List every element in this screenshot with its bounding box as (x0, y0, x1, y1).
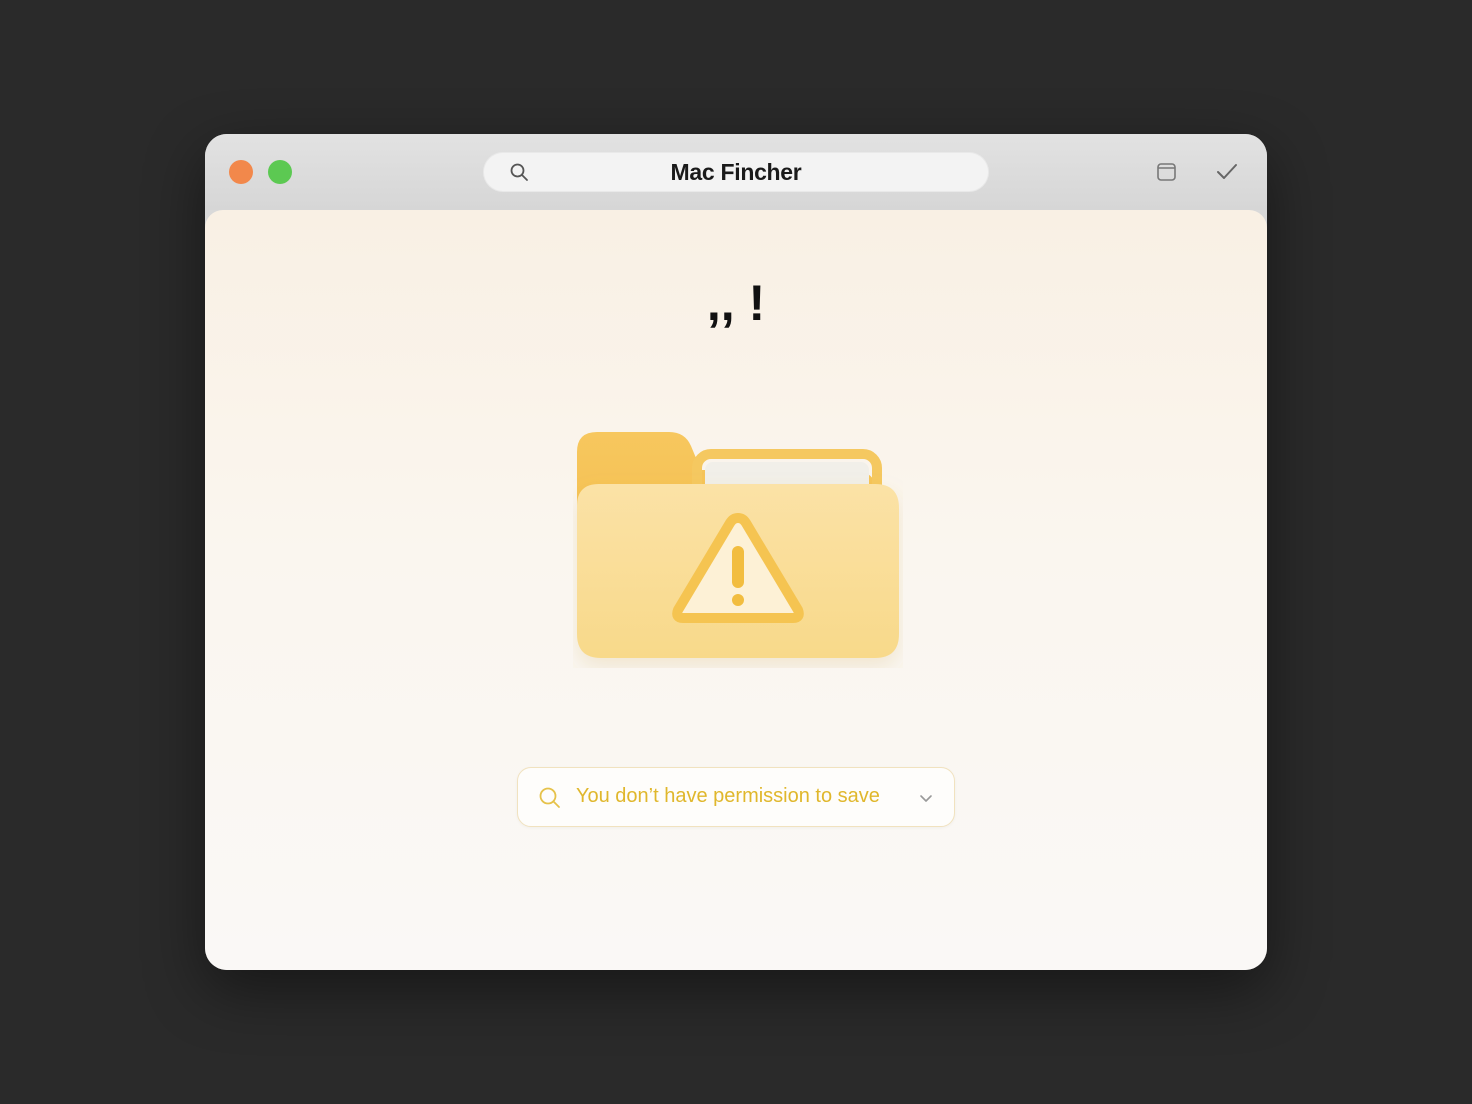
zoom-button[interactable] (268, 160, 292, 184)
title-bar: Mac Fincher (205, 134, 1267, 210)
headline: ,, ! (706, 275, 766, 331)
permission-message-field[interactable]: You don’t have permission to save (517, 767, 955, 827)
checkmark-icon[interactable] (1215, 160, 1239, 184)
sidebar-icon[interactable] (1155, 160, 1179, 184)
content-area: ,, ! You don’t have permission to save (205, 210, 1267, 970)
permission-message: You don’t have permission to save (576, 785, 880, 807)
folder-warning-icon (577, 432, 899, 658)
chevron-down-icon[interactable] (918, 790, 934, 806)
title-search-field[interactable]: Mac Fincher (483, 152, 989, 192)
app-window: Mac Fincher ,, ! You don’t have permissi… (205, 134, 1267, 970)
window-title: Mac Fincher (670, 159, 802, 185)
search-icon (539, 787, 560, 808)
close-button[interactable] (229, 160, 253, 184)
